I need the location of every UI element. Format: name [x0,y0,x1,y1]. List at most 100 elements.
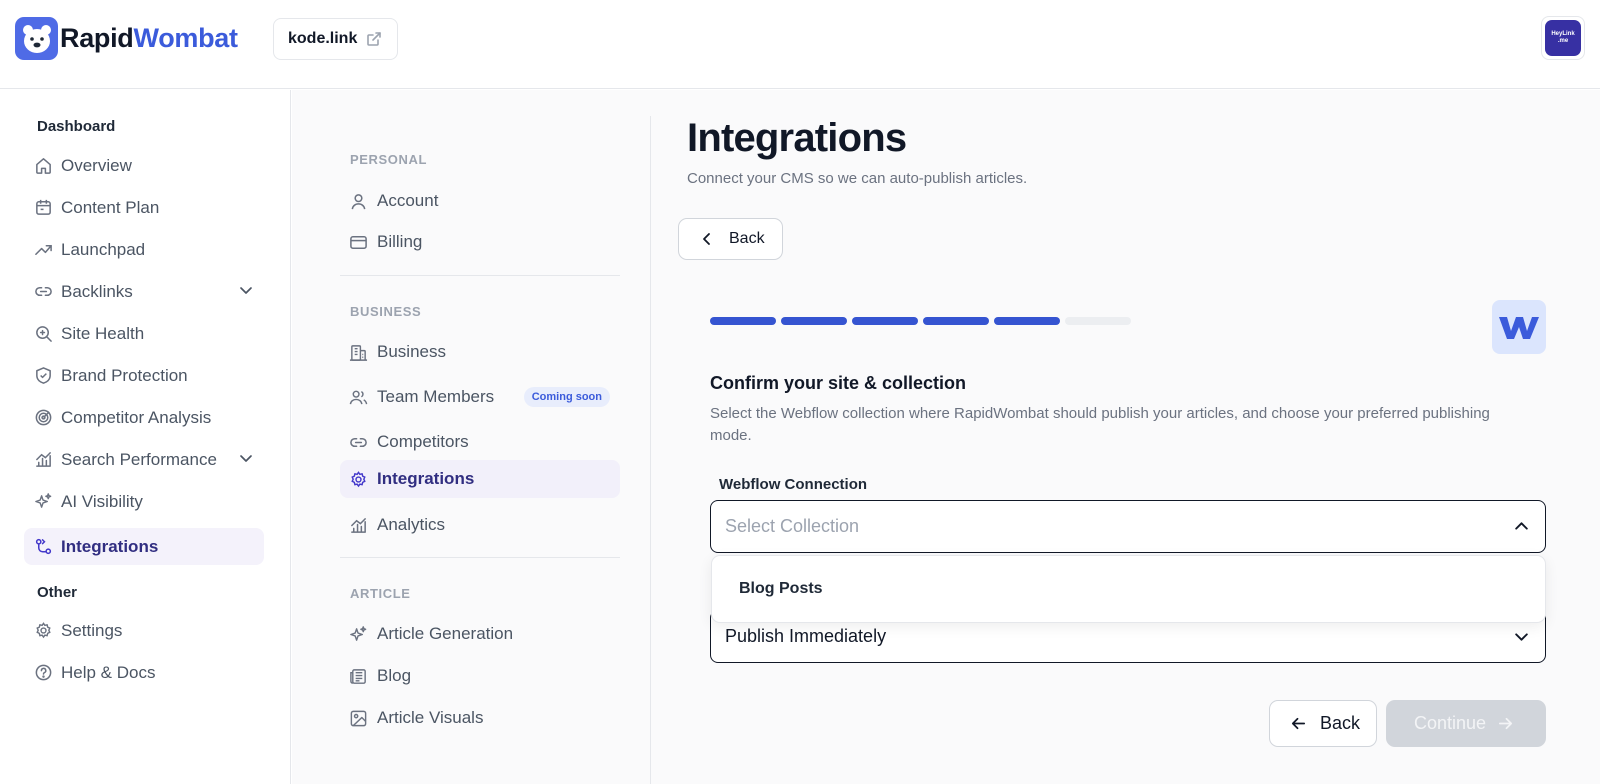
sidebar-item-launchpad[interactable]: Launchpad [24,231,264,268]
sidebar-item-backlinks[interactable]: Backlinks [24,273,264,310]
link-icon [33,282,53,302]
user-avatar[interactable]: HeyLink .me [1541,16,1585,60]
settings-item-label: Article Visuals [377,708,484,727]
sidebar-item-label: AI Visibility [61,491,143,511]
sidebar-item-integrations[interactable]: Integrations [24,528,264,565]
settings-item-label: Analytics [377,515,446,534]
chevron-up-icon [1513,518,1530,535]
radar-icon [33,408,53,428]
sidebar-item-help-docs[interactable]: Help & Docs [24,654,264,691]
sidebar-item-overview[interactable]: Overview [24,147,264,184]
settings-item-article-visuals[interactable]: Article Visuals [340,699,620,737]
chart-icon [33,450,53,470]
settings-divider [340,275,620,276]
chevron-down-icon [1513,628,1530,645]
settings-item-label: Competitors [377,432,469,451]
top-header: RapidWombat kode.link HeyLink .me [0,0,1600,89]
building-icon [348,342,368,362]
search-icon [33,324,53,344]
progress-step-2 [781,317,847,325]
site-name: kode.link [288,30,358,47]
collection-select[interactable]: Select Collection [710,500,1546,553]
sidebar-item-search-performance[interactable]: Search Performance [24,441,264,478]
continue-button[interactable]: Continue [1386,700,1546,747]
publish-mode-value: Publish Immediately [725,626,887,646]
newspaper-icon [348,666,368,686]
progress-step-1 [710,317,776,325]
sidebar-item-label: Site Health [61,323,145,343]
sidebar-section-other: Other [37,584,78,601]
settings-nav: PERSONAL Account Billing BUSINESS Busine… [340,90,620,784]
collection-dropdown: Blog Posts [711,555,1546,623]
settings-group-business: BUSINESS [350,304,422,319]
sidebar-item-competitor-analysis[interactable]: Competitor Analysis [24,399,264,436]
chevron-left-icon [699,231,715,247]
shield-icon [33,366,53,386]
dropdown-option-blog-posts[interactable]: Blog Posts [739,580,823,598]
external-link-icon[interactable] [366,31,382,47]
settings-item-billing[interactable]: Billing [340,223,620,261]
settings-item-account[interactable]: Account [340,182,620,220]
arrow-right-icon [1496,714,1515,733]
sidebar: Dashboard Overview Content Plan Launchpa… [0,90,291,784]
continue-label: Continue [1414,713,1487,733]
sidebar-item-ai-visibility[interactable]: AI Visibility [24,483,264,520]
settings-item-label: Team Members [377,387,495,406]
help-icon [33,663,53,683]
sidebar-item-label: Launchpad [61,239,146,259]
chevron-down-icon[interactable] [238,282,254,298]
sidebar-item-site-health[interactable]: Site Health [24,315,264,352]
settings-item-label: Billing [377,232,423,251]
chevron-down-icon[interactable] [238,450,254,466]
sidebar-item-content-plan[interactable]: Content Plan [24,189,264,226]
chart-icon [348,515,368,535]
footer-back-button[interactable]: Back [1269,700,1377,747]
settings-item-business[interactable]: Business [340,333,620,371]
sidebar-item-label: Overview [61,155,132,175]
arrow-left-icon [1289,714,1308,733]
settings-item-analytics[interactable]: Analytics [340,506,620,544]
brand-name: RapidWombat [60,23,238,53]
sparkle-icon [33,492,53,512]
wombat-logo-icon [15,17,58,60]
gear-icon [348,469,368,489]
trend-icon [33,240,53,260]
settings-item-label: Business [377,342,446,361]
content-divider [650,116,651,784]
brand-logo[interactable]: RapidWombat [15,17,238,60]
settings-item-integrations[interactable]: Integrations [340,460,620,498]
gear-icon [33,621,53,641]
settings-group-article: ARTICLE [350,586,411,601]
users-icon [348,387,368,407]
step-progress [710,317,1131,325]
settings-item-blog[interactable]: Blog [340,657,620,695]
coming-soon-badge: Coming soon [523,387,610,407]
sidebar-item-settings[interactable]: Settings [24,612,264,649]
progress-step-6 [1065,317,1131,325]
settings-item-label: Blog [377,666,412,685]
page-subtitle: Connect your CMS so we can auto-publish … [687,170,1028,187]
main-content: PERSONAL Account Billing BUSINESS Busine… [292,90,1600,784]
image-icon [348,708,368,728]
settings-divider [340,557,620,558]
sidebar-item-label: Backlinks [61,281,133,301]
settings-item-label: Article Generation [377,624,514,643]
webflow-logo-icon [1492,300,1546,354]
sidebar-item-brand-protection[interactable]: Brand Protection [24,357,264,394]
collection-select-value: Select Collection [725,516,860,536]
settings-item-label: Account [377,191,439,210]
sparkle-icon [348,624,368,644]
sidebar-item-label: Help & Docs [61,662,156,682]
progress-step-4 [923,317,989,325]
settings-item-competitors[interactable]: Competitors [340,423,620,461]
progress-step-5 [994,317,1060,325]
back-button[interactable]: Back [678,218,783,260]
settings-item-team-members[interactable]: Team Members Coming soon [340,378,620,416]
sidebar-item-label: Content Plan [61,197,160,217]
sidebar-item-label: Settings [61,620,123,640]
site-selector[interactable]: kode.link [273,18,398,60]
sidebar-item-label: Brand Protection [61,365,188,385]
settings-item-article-generation[interactable]: Article Generation [340,615,620,653]
progress-step-3 [852,317,918,325]
sidebar-item-label: Competitor Analysis [61,407,212,427]
